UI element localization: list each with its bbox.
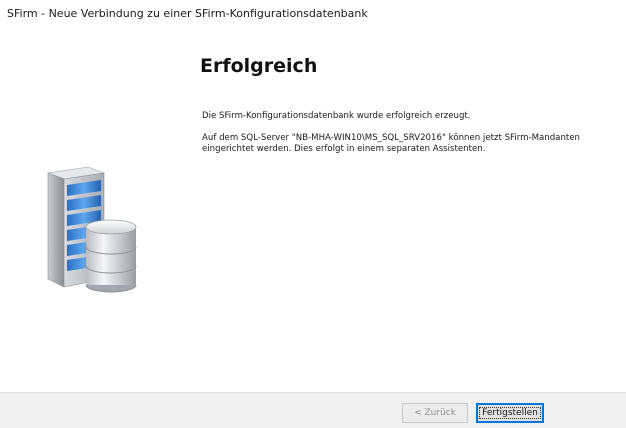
success-message: Die SFirm-Konfigurationsdatenbank wurde … bbox=[202, 111, 471, 121]
finish-button-label: Fertigstellen bbox=[479, 407, 541, 419]
finish-button[interactable]: Fertigstellen bbox=[476, 403, 544, 423]
wizard-content: Erfolgreich Die SFirm-Konfigurationsdate… bbox=[0, 30, 626, 392]
window-title: SFirm - Neue Verbindung zu einer SFirm-K… bbox=[7, 7, 368, 20]
title-bar: SFirm - Neue Verbindung zu einer SFirm-K… bbox=[0, 0, 626, 30]
back-button[interactable]: < Zurück bbox=[402, 403, 468, 423]
server-database-icon bbox=[40, 165, 140, 295]
page-heading: Erfolgreich bbox=[200, 55, 318, 77]
wizard-footer: < Zurück Fertigstellen bbox=[0, 392, 626, 428]
detail-message: Auf dem SQL-Server "NB-MHA-WIN10\MS_SQL_… bbox=[202, 133, 581, 154]
